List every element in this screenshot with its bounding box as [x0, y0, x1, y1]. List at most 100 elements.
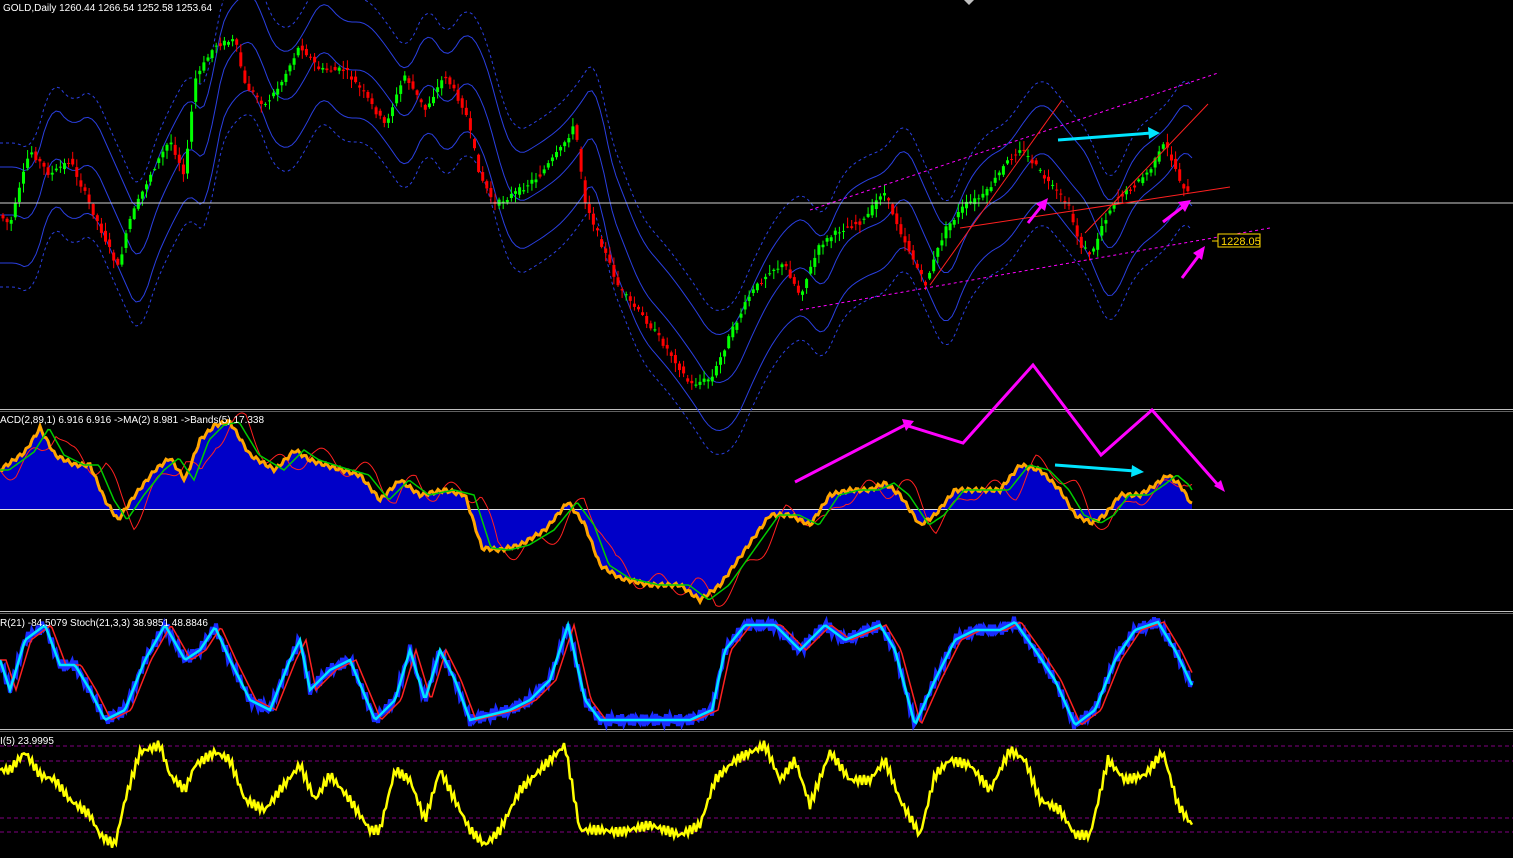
candle-body [136, 198, 140, 209]
candle-body [468, 118, 472, 131]
candle-body [1030, 159, 1034, 164]
candle-body [514, 191, 517, 194]
candle-body [276, 88, 280, 95]
macd-panel[interactable]: ACD(2,89,1) 6.916 6.916 ->MA(2) 8.981 ->… [0, 362, 1513, 607]
candle-body [407, 78, 411, 83]
candle-body [985, 189, 989, 196]
price-panel[interactable]: 1228.05 GOLD,Daily 1260.44 1266.54 1252.… [0, 0, 1513, 456]
candle-body [579, 149, 583, 172]
candle-body [235, 39, 239, 45]
candle-body [272, 92, 276, 97]
candle-body [903, 236, 907, 243]
candle-body [186, 148, 189, 174]
candle-body [686, 378, 690, 382]
candle-body [669, 352, 673, 356]
candle-body [887, 198, 891, 201]
candle-body [214, 45, 218, 47]
candle-body [415, 90, 419, 95]
candle-body [538, 174, 542, 177]
candle-body [801, 291, 804, 295]
candle-body [1186, 186, 1190, 192]
candle-body [567, 138, 571, 143]
candle-body [116, 258, 120, 265]
candle-body [501, 201, 505, 203]
candle-body [1071, 213, 1075, 223]
candle-body [526, 185, 530, 187]
candle-body [1059, 193, 1063, 195]
candle-body [1063, 201, 1067, 203]
candle-body [333, 67, 337, 70]
candle-body [95, 215, 99, 222]
candle-body [723, 350, 727, 357]
candle-body [932, 259, 936, 272]
candle-body [755, 283, 759, 291]
candle-body [411, 81, 415, 89]
candle-body [657, 332, 661, 336]
candle-body [173, 144, 177, 155]
candle-body [989, 187, 993, 191]
candle-body [309, 56, 312, 58]
candle-body [313, 56, 317, 63]
candle-body [259, 100, 263, 104]
candle-body [358, 85, 362, 88]
rsi-panel[interactable]: I(5) 23.9995 [0, 736, 1513, 849]
candle-body [1096, 238, 1100, 250]
candle-body [546, 163, 550, 168]
candle-body [157, 158, 161, 163]
candle-body [555, 152, 558, 158]
candle-body [813, 257, 817, 267]
candle-body [350, 76, 353, 80]
candle-body [575, 125, 579, 140]
price-label-tag: 1228.05 [1212, 233, 1261, 248]
candle-body [395, 94, 399, 104]
candle-body [46, 167, 50, 175]
macd-header: ACD(2,89,1) 6.916 6.916 ->MA(2) 8.981 ->… [0, 415, 264, 426]
candle-body [1034, 160, 1038, 165]
candle-body [460, 98, 464, 108]
candle-body [231, 39, 235, 42]
candle-body [776, 268, 780, 270]
candle-body [9, 219, 13, 224]
candle-body [731, 326, 735, 338]
candle-body [1055, 189, 1059, 191]
candle-body [583, 180, 587, 203]
candle-body [153, 169, 157, 171]
candle-body [423, 104, 427, 110]
candle-body [140, 191, 144, 199]
candle-body [895, 213, 899, 225]
candle-body [1141, 177, 1145, 184]
candle-body [1092, 248, 1096, 252]
candle-body [1129, 189, 1132, 191]
candle-body [788, 269, 792, 278]
candle-body [67, 162, 71, 164]
candle-body [1161, 144, 1165, 149]
candle-body [222, 40, 226, 46]
candle-body [866, 213, 870, 217]
candle-body [177, 154, 181, 163]
candle-body [5, 218, 9, 223]
candle-body [169, 142, 173, 145]
candle-body [505, 199, 509, 203]
candle-body [1083, 247, 1087, 249]
candle-body [596, 228, 599, 231]
candle-body [809, 266, 813, 274]
candle-body [600, 239, 604, 247]
candle-body [821, 244, 825, 248]
candle-body [108, 239, 112, 248]
candle-body [280, 81, 284, 86]
candle-body [784, 263, 788, 267]
stochastic-panel[interactable]: R(21) -84.5079 Stoch(21,3,3) 38.9851 48.… [0, 615, 1194, 732]
candle-body [1174, 158, 1178, 170]
candle-body [518, 187, 522, 195]
candle-body [698, 381, 702, 385]
candle-body [26, 158, 30, 168]
candle-body [969, 201, 973, 203]
scroll-marker-icon[interactable] [964, 0, 974, 5]
candle-body [403, 75, 407, 81]
trading-chart[interactable]: 1228.05 GOLD,Daily 1260.44 1266.54 1252.… [0, 0, 1513, 858]
candle-body [1038, 169, 1042, 171]
candle-body [374, 107, 378, 115]
candle-body [1133, 185, 1137, 188]
candle-body [198, 70, 202, 75]
williams-percent-r-line [0, 615, 1194, 732]
